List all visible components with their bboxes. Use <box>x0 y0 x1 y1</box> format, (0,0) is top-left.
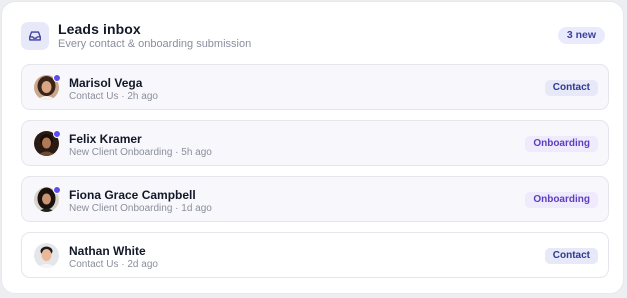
avatar <box>34 243 59 268</box>
lead-name: Marisol Vega <box>69 76 143 90</box>
new-count-badge: 3 new <box>557 27 605 44</box>
lead-meta: New Client Onboarding · 5h ago <box>69 147 212 158</box>
lead-meta: Contact Us · 2d ago <box>69 259 158 270</box>
lead-type-tag: Contact <box>544 248 598 264</box>
leads-inbox-card: Leads inbox Every contact & onboarding s… <box>1 1 624 294</box>
lead-type-tag: Onboarding <box>525 192 598 208</box>
leads-list: Marisol Vega Contact Us · 2h ago Contact… <box>21 64 609 288</box>
lead-type-tag: Onboarding <box>525 136 598 152</box>
unread-dot <box>53 130 61 138</box>
lead-row[interactable]: Fiona Grace Campbell New Client Onboardi… <box>21 176 609 222</box>
lead-type-tag: Contact <box>544 80 598 96</box>
lead-row[interactable]: Nathan White Contact Us · 2d ago Contact <box>21 232 609 278</box>
lead-name: Fiona Grace Campbell <box>69 188 196 202</box>
lead-name: Nathan White <box>69 244 146 258</box>
lead-name: Felix Kramer <box>69 132 142 146</box>
inbox-icon <box>21 22 49 50</box>
card-header: Leads inbox Every contact & onboarding s… <box>21 21 605 51</box>
lead-meta: Contact Us · 2h ago <box>69 91 158 102</box>
page-title: Leads inbox <box>58 21 141 37</box>
page-subtitle: Every contact & onboarding submission <box>58 38 252 50</box>
lead-meta: New Client Onboarding · 1d ago <box>69 203 212 214</box>
unread-dot <box>53 186 61 194</box>
lead-row[interactable]: Marisol Vega Contact Us · 2h ago Contact <box>21 64 609 110</box>
lead-row[interactable]: Felix Kramer New Client Onboarding · 5h … <box>21 120 609 166</box>
unread-dot <box>53 74 61 82</box>
